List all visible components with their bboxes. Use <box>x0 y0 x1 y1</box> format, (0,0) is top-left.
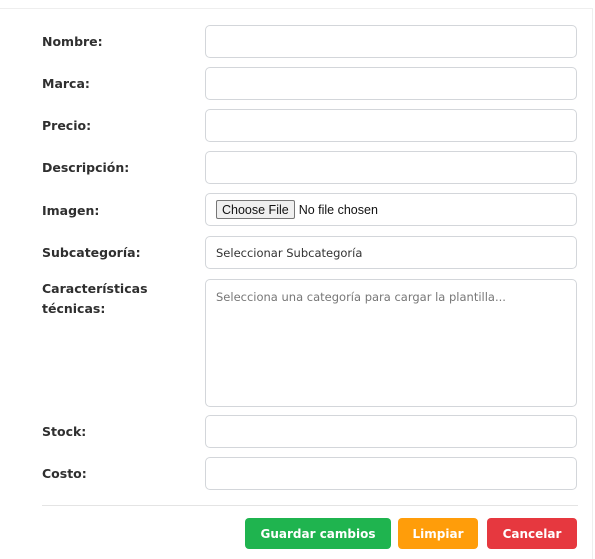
file-status-text: No file chosen <box>298 202 378 217</box>
subcategoria-label: Subcategoría: <box>42 245 141 260</box>
cancel-button[interactable]: Cancelar <box>487 518 577 549</box>
imagen-file-input[interactable]: Choose File No file chosen <box>205 193 577 226</box>
stock-input[interactable] <box>205 415 577 448</box>
subcategoria-select[interactable]: Seleccionar Subcategoría <box>205 236 577 269</box>
descripcion-label: Descripción: <box>42 160 130 175</box>
costo-label: Costo: <box>42 466 87 481</box>
caracteristicas-label-line2: técnicas: <box>42 301 106 316</box>
caracteristicas-label-line1: Características <box>42 281 148 296</box>
clear-button[interactable]: Limpiar <box>398 518 478 549</box>
imagen-label: Imagen: <box>42 203 100 218</box>
marca-label: Marca: <box>42 76 90 91</box>
nombre-input[interactable] <box>205 25 577 58</box>
stock-label: Stock: <box>42 424 87 439</box>
descripcion-input[interactable] <box>205 151 577 184</box>
subcategoria-selected-value: Seleccionar Subcategoría <box>216 245 363 260</box>
form-divider <box>42 505 578 506</box>
save-changes-button[interactable]: Guardar cambios <box>245 518 391 549</box>
marca-input[interactable] <box>205 67 577 100</box>
costo-input[interactable] <box>205 457 577 490</box>
caracteristicas-textarea[interactable]: Selecciona una categoría para cargar la … <box>205 279 577 407</box>
choose-file-button[interactable]: Choose File <box>216 200 295 219</box>
nombre-label: Nombre: <box>42 34 103 49</box>
precio-input[interactable] <box>205 109 577 142</box>
caracteristicas-placeholder: Selecciona una categoría para cargar la … <box>216 290 506 304</box>
precio-label: Precio: <box>42 118 92 133</box>
